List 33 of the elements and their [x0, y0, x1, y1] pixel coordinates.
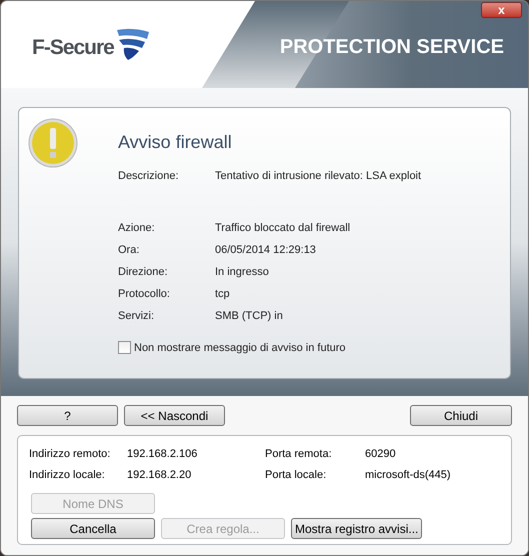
- field-label: Direzione:: [118, 265, 169, 280]
- checkbox-label: Non mostrare messaggio di avviso in futuro: [134, 340, 346, 356]
- dialog-button[interactable]: Chiudi: [410, 405, 512, 426]
- field-value: In ingresso: [215, 265, 269, 280]
- field-label: Ora:: [118, 243, 140, 258]
- field-label: Porta locale:: [265, 468, 328, 482]
- warning-icon: [28, 118, 78, 168]
- field-label: Servizi:: [118, 309, 156, 324]
- field-value: 192.168.2.106: [127, 447, 198, 462]
- field-value: microsoft-ds(445): [365, 468, 452, 482]
- field-label: Descrizione:: [118, 169, 180, 184]
- checkbox[interactable]: [118, 341, 131, 354]
- alert-title: Avviso firewall: [118, 131, 233, 154]
- dialog-button[interactable]: ?: [17, 405, 118, 426]
- field-value: 06/05/2014 12:29:13: [215, 243, 316, 258]
- brand-name: F-Secure: [32, 34, 114, 61]
- field-label: Azione:: [118, 221, 156, 236]
- field-value: Tentativo di intrusione rilevato: LSA exploit: [215, 169, 422, 184]
- field-label: Protocollo:: [118, 287, 171, 302]
- field-value: SMB (TCP) in: [215, 309, 283, 324]
- dialog-button[interactable]: Mostra registro avvisi...: [291, 518, 422, 539]
- field-label: Indirizzo locale:: [29, 468, 106, 482]
- field-value: tcp: [215, 287, 230, 302]
- close-button[interactable]: x: [481, 2, 522, 18]
- field-value: Traffico bloccato dal firewall: [215, 221, 350, 236]
- field-label: Indirizzo remoto:: [29, 447, 112, 462]
- product-title: PROTECTION SERVICE: [280, 34, 504, 60]
- dialog-button[interactable]: << Nascondi: [124, 405, 225, 426]
- dialog-button[interactable]: Cancella: [31, 518, 155, 539]
- field-label: Porta remota:: [265, 447, 333, 462]
- field-value: 60290: [365, 447, 397, 462]
- shield-logo-icon: [114, 28, 151, 62]
- field-value: 192.168.2.20: [127, 468, 192, 482]
